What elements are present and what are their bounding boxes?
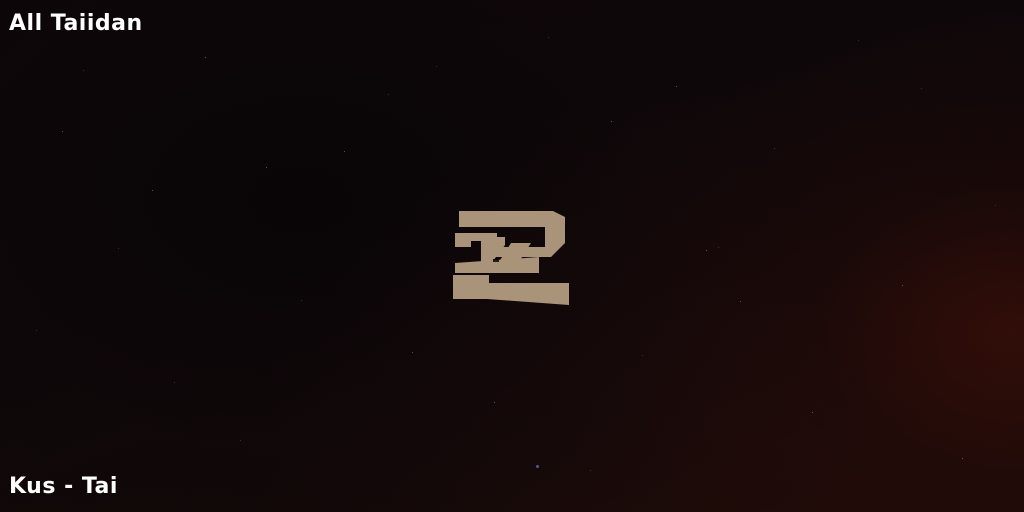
star <box>706 250 707 251</box>
star <box>266 167 267 168</box>
star <box>740 301 741 302</box>
star <box>118 248 119 249</box>
faction-emblem-icon <box>453 211 569 305</box>
star <box>590 470 591 471</box>
star <box>152 190 153 191</box>
star <box>536 465 539 468</box>
star <box>774 148 775 149</box>
star <box>62 131 63 132</box>
star <box>858 40 859 41</box>
star <box>83 70 84 71</box>
star <box>436 66 437 67</box>
star <box>611 121 612 122</box>
star <box>921 88 922 89</box>
star <box>301 300 302 301</box>
star <box>718 247 719 248</box>
loading-screen: All Taiidan Kus - Tai <box>0 0 1024 512</box>
star <box>494 402 495 403</box>
star <box>902 285 903 286</box>
star <box>812 412 813 413</box>
star <box>642 355 643 356</box>
star <box>344 151 345 152</box>
star <box>205 57 206 58</box>
star <box>388 94 389 95</box>
star <box>240 440 241 441</box>
star <box>995 205 996 206</box>
star <box>412 352 413 353</box>
star <box>548 37 549 38</box>
star <box>36 330 37 331</box>
top-faction-label: All Taiidan <box>9 11 143 36</box>
bottom-faction-label: Kus - Tai <box>9 474 118 499</box>
star <box>676 86 677 87</box>
star <box>962 458 963 459</box>
star <box>174 382 175 383</box>
